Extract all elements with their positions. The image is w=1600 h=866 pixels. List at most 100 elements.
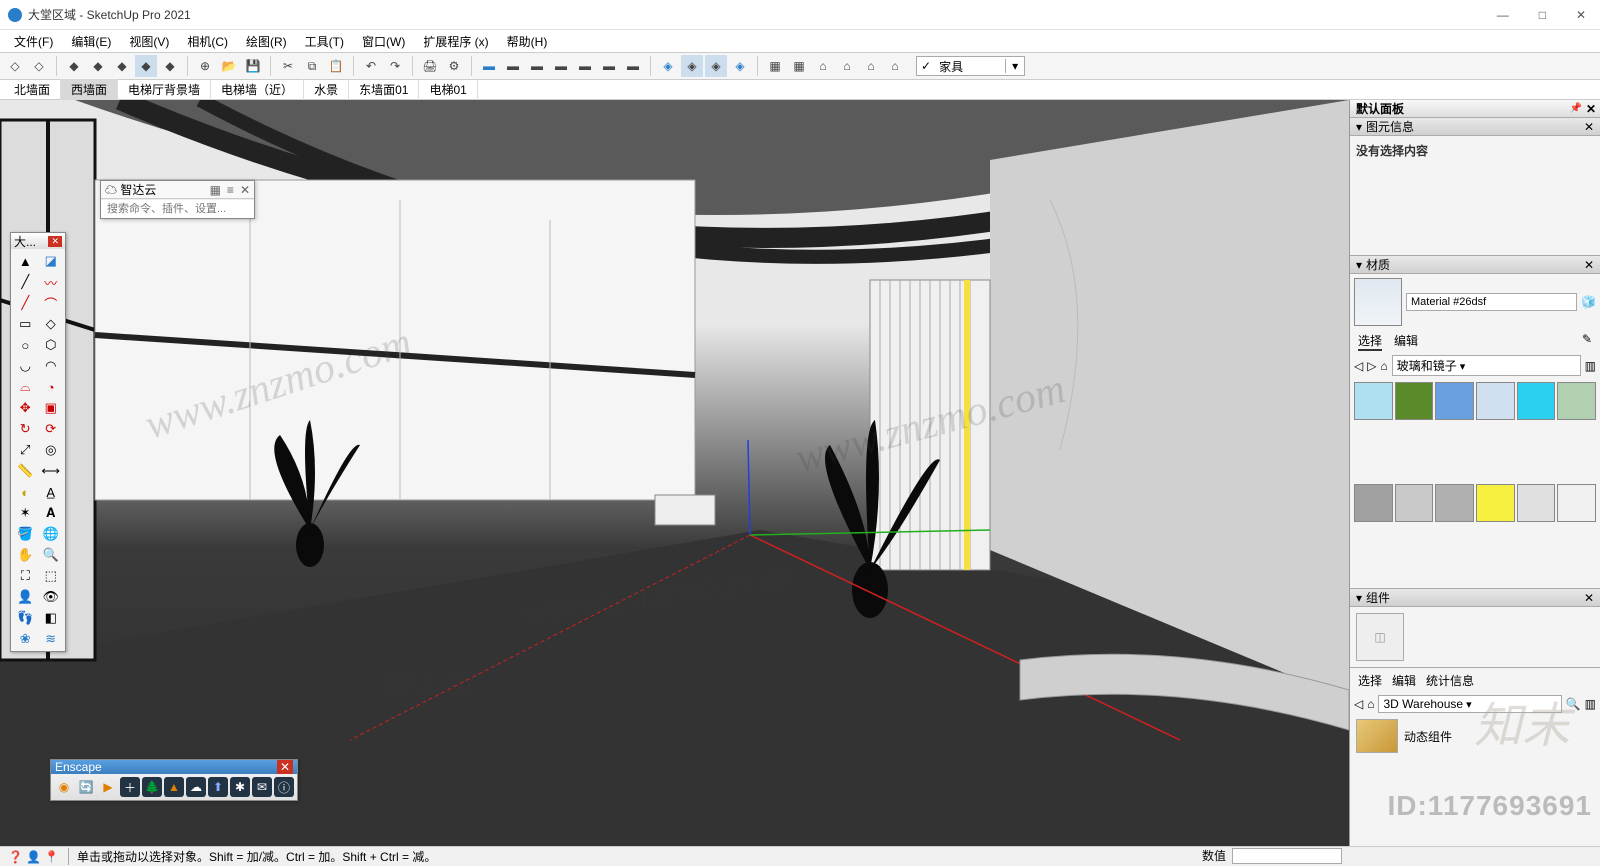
copy-icon[interactable]: ⧉: [301, 55, 323, 77]
scene-tab[interactable]: 东墙面01: [349, 79, 419, 100]
redo-icon[interactable]: ↷: [384, 55, 406, 77]
enscape-add-icon[interactable]: ＋: [120, 777, 140, 797]
plugin-icon[interactable]: ❀: [13, 629, 38, 649]
print-icon[interactable]: 🖨: [419, 55, 441, 77]
menu-help[interactable]: 帮助(H): [499, 31, 556, 52]
pie-icon[interactable]: ◔: [39, 377, 64, 397]
component-icon[interactable]: ◇: [4, 55, 26, 77]
menu-extensions[interactable]: 扩展程序 (x): [415, 31, 496, 52]
geo-icon[interactable]: 📍: [44, 850, 58, 864]
box-icon[interactable]: ▬: [550, 55, 572, 77]
menu-camera[interactable]: 相机(C): [179, 31, 236, 52]
component-search[interactable]: ✓ ▾: [916, 56, 1025, 76]
menu-window[interactable]: 窗口(W): [354, 31, 413, 52]
search-icon[interactable]: 🔍: [1566, 697, 1581, 711]
view-icon[interactable]: ◈: [681, 55, 703, 77]
settings-icon[interactable]: ⚙: [443, 55, 465, 77]
zoom-extents-icon[interactable]: ⛶: [13, 566, 38, 586]
material-swatch[interactable]: [1476, 484, 1515, 522]
grid-icon[interactable]: ▦: [210, 183, 221, 197]
enscape-about-icon[interactable]: ⓘ: [274, 777, 294, 797]
freehand-icon[interactable]: 〰: [39, 272, 64, 292]
materials-header[interactable]: ▾ 材质 ✕: [1350, 256, 1600, 274]
text-icon[interactable]: A̲: [39, 482, 64, 502]
home-icon[interactable]: ⌂: [812, 55, 834, 77]
save-icon[interactable]: 💾: [242, 55, 264, 77]
view-icon[interactable]: ◈: [705, 55, 727, 77]
maximize-button[interactable]: □: [1533, 6, 1552, 24]
followme-icon[interactable]: ⟳: [39, 419, 64, 439]
enscape-material-icon[interactable]: ▲: [164, 777, 184, 797]
material-swatch[interactable]: [1395, 382, 1434, 420]
enscape-toolbar[interactable]: Enscape ✕ ◉ 🔄 ▶ ＋ 🌲 ▲ ☁ ⬆ ✱ ✉ ⓘ: [50, 759, 298, 801]
pin-icon[interactable]: 📌: [1570, 103, 1582, 114]
zhidayun-panel[interactable]: ☁ 智达云 ▦ ≡ ✕: [100, 180, 255, 219]
components-source-select[interactable]: 3D Warehouse ▾: [1378, 695, 1561, 713]
undo-icon[interactable]: ↶: [360, 55, 382, 77]
pushpull-icon[interactable]: ▣: [39, 398, 64, 418]
arc-icon[interactable]: ◡: [13, 356, 38, 376]
position-camera-icon[interactable]: 👤: [13, 587, 38, 607]
scene-tab[interactable]: 电梯墙（近）: [211, 79, 304, 100]
box-icon[interactable]: ▬: [598, 55, 620, 77]
material-swatch[interactable]: [1354, 484, 1393, 522]
select-icon[interactable]: ▲: [13, 251, 38, 271]
tag-icon[interactable]: ◆: [135, 55, 157, 77]
menu-file[interactable]: 文件(F): [6, 31, 61, 52]
cut-icon[interactable]: ✂: [277, 55, 299, 77]
close-icon[interactable]: ✕: [1586, 102, 1596, 116]
material-swatch[interactable]: [1435, 382, 1474, 420]
tape-icon[interactable]: 📏: [13, 461, 38, 481]
material-swatch[interactable]: [1354, 382, 1393, 420]
materials-tab-edit[interactable]: 编辑: [1394, 332, 1418, 351]
zhidayun-search-input[interactable]: [101, 199, 254, 218]
eyedropper-icon[interactable]: ✎: [1582, 332, 1592, 351]
menu-icon[interactable]: ▥: [1585, 697, 1596, 711]
enscape-cloud-icon[interactable]: ☁: [186, 777, 206, 797]
polygon-icon[interactable]: ⬡: [39, 335, 64, 355]
folder-icon[interactable]: [1356, 719, 1398, 753]
walk-icon[interactable]: 👣: [13, 608, 38, 628]
materials-tab-select[interactable]: 选择: [1358, 332, 1382, 351]
material-swatch[interactable]: [1395, 484, 1434, 522]
menu-view[interactable]: 视图(V): [121, 31, 177, 52]
components-tab-edit[interactable]: 编辑: [1392, 672, 1416, 689]
scene-tab[interactable]: 北墙面: [4, 79, 61, 100]
enscape-upload-icon[interactable]: ⬆: [208, 777, 228, 797]
menu-edit[interactable]: 编辑(E): [63, 31, 119, 52]
dropdown-icon[interactable]: ▾: [1005, 59, 1024, 73]
box-icon[interactable]: ▬: [478, 55, 500, 77]
tag-icon[interactable]: ◆: [111, 55, 133, 77]
home-icon[interactable]: ⌂: [1380, 359, 1387, 373]
minimize-button[interactable]: —: [1491, 6, 1515, 24]
forward-icon[interactable]: ▷: [1367, 359, 1376, 373]
scene-tab[interactable]: 电梯厅背景墙: [118, 79, 211, 100]
geo-icon[interactable]: 👤: [26, 850, 40, 864]
orbit-icon[interactable]: 🌐: [39, 524, 64, 544]
material-swatch[interactable]: [1557, 382, 1596, 420]
axes-icon[interactable]: ✶: [13, 503, 38, 523]
scale-icon[interactable]: ⤢: [13, 440, 38, 460]
tag-icon[interactable]: ◆: [63, 55, 85, 77]
plugin-icon[interactable]: ≋: [39, 629, 64, 649]
back-icon[interactable]: ◁: [1354, 359, 1363, 373]
line-icon[interactable]: ╱: [13, 272, 38, 292]
circle-icon[interactable]: ○: [13, 335, 38, 355]
new-icon[interactable]: ⊕: [194, 55, 216, 77]
close-icon[interactable]: ✕: [1584, 120, 1594, 134]
arc-icon[interactable]: ⌓: [13, 377, 38, 397]
paste-icon[interactable]: 📋: [325, 55, 347, 77]
box-icon[interactable]: ▬: [622, 55, 644, 77]
arc-icon[interactable]: ⌒: [39, 293, 64, 313]
home-icon[interactable]: ⌂: [1367, 697, 1374, 711]
close-button[interactable]: ✕: [1570, 6, 1592, 24]
close-icon[interactable]: ✕: [1584, 591, 1594, 605]
arc-icon[interactable]: ◠: [39, 356, 64, 376]
toolset-header[interactable]: 大... ✕: [11, 233, 65, 249]
close-icon[interactable]: ✕: [48, 236, 62, 247]
back-icon[interactable]: ◁: [1354, 697, 1363, 711]
home-icon[interactable]: ⌂: [860, 55, 882, 77]
material-swatch[interactable]: [1517, 382, 1556, 420]
box-icon[interactable]: ▬: [574, 55, 596, 77]
eraser-icon[interactable]: ◪: [39, 251, 64, 271]
